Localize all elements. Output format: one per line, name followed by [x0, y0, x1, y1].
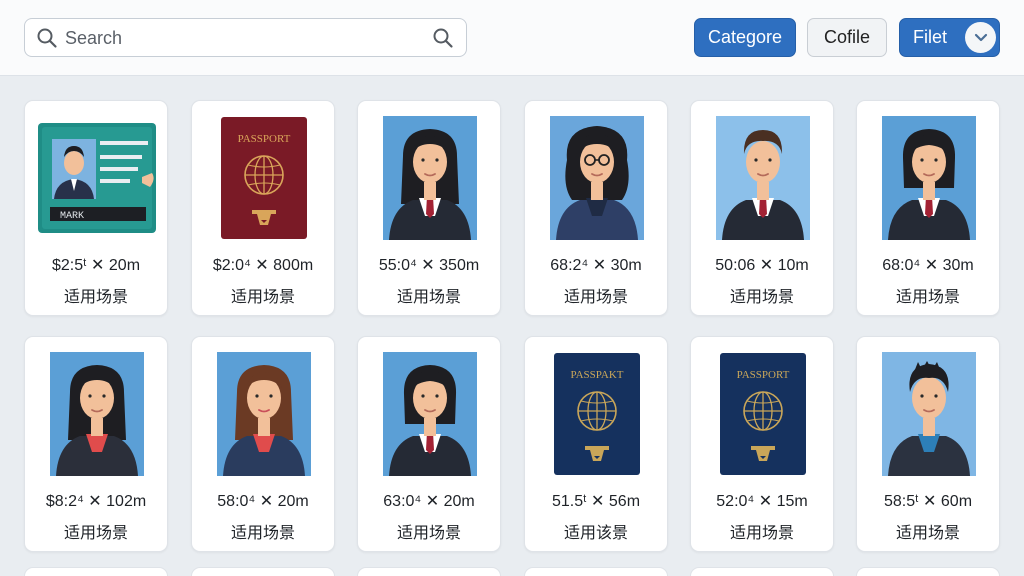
id-photo-thumbnail: [383, 352, 477, 481]
card-partial: [690, 567, 834, 576]
svg-text:PASSPORT: PASSPORT: [737, 369, 790, 381]
card-usage-label: 适用场景: [729, 525, 794, 542]
passport-thumbnail: PASSPORT: [221, 117, 307, 244]
card-usage-label: 适用场景: [63, 289, 128, 306]
card-size-label: $2:5ᵗ ✕ 20m: [51, 257, 141, 274]
passport-thumbnail: PASSPORT: [720, 353, 806, 480]
card-size-label: $2:0⁴ ✕ 800m: [212, 257, 314, 274]
search-input[interactable]: [65, 25, 425, 51]
card-size-label: 51.5ᵗ ✕ 56m: [551, 493, 641, 510]
card-size-label: 52:0⁴ ✕ 15m: [716, 493, 808, 510]
card-size-label: 68:2⁴ ✕ 30m: [550, 257, 642, 274]
card-size-label: 68:0⁴ ✕ 30m: [882, 257, 974, 274]
card-size-label: 50:06 ✕ 10m: [715, 257, 809, 274]
id-photo-thumbnail: [550, 116, 644, 245]
id-photo-thumbnail: [882, 352, 976, 481]
card-usage-label: 适用场景: [396, 289, 461, 306]
photo-spec-card[interactable]: 68:2⁴ ✕ 30m 适用场景: [524, 100, 668, 316]
card-size-label: $8:2⁴ ✕ 102m: [45, 493, 147, 510]
photo-spec-card[interactable]: 50:06 ✕ 10m 适用场景: [690, 100, 834, 316]
card-usage-label: 适用场景: [396, 525, 461, 542]
card-partial: [191, 567, 335, 576]
card-size-label: 55:0⁴ ✕ 350m: [378, 257, 480, 274]
svg-text:MARK: MARK: [60, 211, 84, 222]
card-usage-label: 适用该景: [563, 525, 628, 542]
photo-spec-card[interactable]: $8:2⁴ ✕ 102m 适用场景: [24, 336, 168, 552]
photo-spec-card[interactable]: 58:0⁴ ✕ 20m 适用场景: [191, 336, 335, 552]
search-bar[interactable]: [24, 18, 467, 57]
search-icon: [37, 28, 57, 48]
photo-spec-card[interactable]: 58:5ᵗ ✕ 60m 适用场景: [856, 336, 1000, 552]
id-card-thumbnail: MARK: [38, 123, 156, 238]
photo-spec-card[interactable]: PASSPORT 52:0⁴ ✕ 15m 适用场景: [690, 336, 834, 552]
filter-dropdown-toggle[interactable]: [965, 22, 996, 53]
svg-text:PASSPORT: PASSPORT: [238, 133, 291, 145]
card-partial: [856, 567, 1000, 576]
photo-spec-card[interactable]: MARK $2:5ᵗ ✕ 20m 适用场景: [24, 100, 168, 316]
id-photo-thumbnail: [50, 352, 144, 481]
card-partial: [24, 567, 168, 576]
svg-text:PASSPAKT: PASSPAKT: [570, 369, 623, 381]
filter-label: Filet: [913, 27, 948, 47]
card-usage-label: 适用场景: [729, 289, 794, 306]
photo-spec-card[interactable]: 55:0⁴ ✕ 350m 适用场景: [357, 100, 501, 316]
card-size-label: 58:5ᵗ ✕ 60m: [883, 493, 973, 510]
chevron-down-icon: [974, 33, 987, 41]
photo-spec-card[interactable]: 68:0⁴ ✕ 30m 适用场景: [856, 100, 1000, 316]
id-photo-thumbnail: [882, 116, 976, 245]
passport-thumbnail: PASSPAKT: [554, 353, 640, 480]
card-partial: [524, 567, 668, 576]
top-toolbar: Categore Cofile Filet: [0, 0, 1024, 76]
search-submit-icon[interactable]: [432, 27, 454, 49]
card-size-label: 58:0⁴ ✕ 20m: [217, 493, 309, 510]
filter-button[interactable]: Filet: [899, 18, 1000, 57]
card-size-label: 63:0⁴ ✕ 20m: [383, 493, 475, 510]
card-usage-label: 适用场景: [895, 289, 960, 306]
card-usage-label: 适用场景: [63, 525, 128, 542]
category-button[interactable]: Categore: [694, 18, 796, 57]
profile-button[interactable]: Cofile: [807, 18, 887, 57]
photo-spec-card[interactable]: PASSPORT $2:0⁴ ✕ 800m 适用场景: [191, 100, 335, 316]
card-usage-label: 适用场景: [230, 525, 295, 542]
photo-spec-card[interactable]: 63:0⁴ ✕ 20m 适用场景: [357, 336, 501, 552]
photo-spec-card[interactable]: PASSPAKT 51.5ᵗ ✕ 56m 适用该景: [524, 336, 668, 552]
id-photo-thumbnail: [383, 116, 477, 245]
id-photo-thumbnail: [217, 352, 311, 481]
id-photo-thumbnail: [716, 116, 810, 245]
card-usage-label: 适用场景: [895, 525, 960, 542]
card-usage-label: 适用场景: [563, 289, 628, 306]
card-usage-label: 适用场景: [230, 289, 295, 306]
card-partial: [357, 567, 501, 576]
